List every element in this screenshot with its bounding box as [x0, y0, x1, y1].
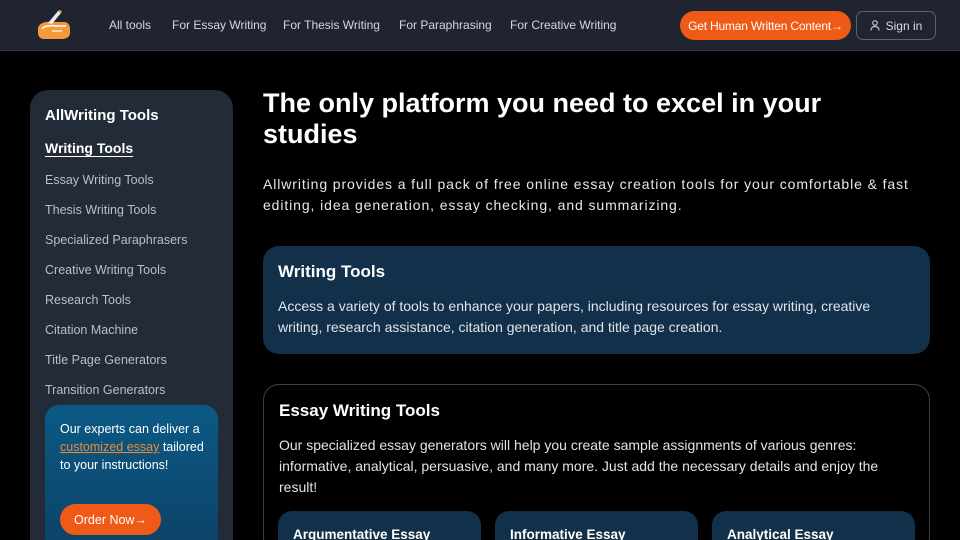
essay-writing-tools-card: Essay Writing Tools Our specialized essa…: [263, 384, 930, 540]
arrow-right-icon: →: [134, 512, 147, 527]
sidebar-item-essay-writing-tools[interactable]: Essay Writing Tools: [45, 173, 154, 187]
user-icon: [870, 20, 880, 31]
card-description: Our specialized essay generators will he…: [279, 437, 879, 495]
sign-in-button[interactable]: Sign in: [856, 11, 936, 40]
nav-creative-writing[interactable]: For Creative Writing: [510, 18, 616, 32]
card-title: Essay Writing Tools: [279, 401, 440, 420]
get-human-content-button[interactable]: Get Human Written Content →: [680, 11, 851, 40]
sidebar-item-citation-machine[interactable]: Citation Machine: [45, 323, 138, 337]
order-now-label: Order Now: [74, 512, 135, 527]
sidebar-item-transition-generators[interactable]: Transition Generators: [45, 383, 165, 397]
sidebar-item-research-tools[interactable]: Research Tools: [45, 293, 131, 307]
sidebar-item-thesis-writing-tools[interactable]: Thesis Writing Tools: [45, 203, 156, 217]
sidebar-item-creative-writing-tools[interactable]: Creative Writing Tools: [45, 263, 166, 277]
subcard-label: Argumentative Essay: [293, 527, 431, 540]
card-title: Writing Tools: [278, 262, 386, 281]
subcard-label: Analytical Essay: [727, 527, 834, 540]
promo-card: Our experts can deliver a customized ess…: [45, 405, 218, 540]
writing-tools-card[interactable]: Writing Tools Access a variety of tools …: [263, 246, 930, 354]
analytical-essay-card[interactable]: Analytical Essay: [712, 511, 915, 540]
cta-label: Get Human Written Content: [688, 18, 832, 33]
order-now-button[interactable]: Order Now →: [60, 504, 161, 535]
nav-thesis-writing[interactable]: For Thesis Writing: [283, 18, 380, 32]
page-title: The only platform you need to excel in y…: [263, 88, 822, 149]
allwriting-logo-icon[interactable]: [34, 9, 74, 41]
sidebar-title: AllWriting Tools: [45, 107, 159, 124]
promo-text-before: Our experts can deliver a: [60, 422, 200, 436]
customized-essay-link[interactable]: customized essay: [60, 440, 159, 454]
sidebar-item-specialized-paraphrasers[interactable]: Specialized Paraphrasers: [45, 233, 187, 247]
sidebar: AllWriting Tools Writing Tools Essay Wri…: [30, 90, 233, 540]
subcard-label: Informative Essay: [510, 527, 626, 540]
sign-in-label: Sign in: [885, 18, 923, 33]
promo-text: Our experts can deliver a customized ess…: [60, 420, 210, 474]
nav-essay-writing[interactable]: For Essay Writing: [172, 18, 266, 32]
card-description: Access a variety of tools to enhance you…: [278, 298, 871, 335]
informative-essay-card[interactable]: Informative Essay: [495, 511, 698, 540]
top-navigation-bar: All tools For Essay Writing For Thesis W…: [0, 0, 960, 51]
nav-all-tools[interactable]: All tools: [109, 18, 151, 32]
page-subtitle: Allwriting provides a full pack of free …: [263, 176, 909, 213]
arrow-right-icon: →: [831, 18, 843, 33]
sidebar-item-title-page-generators[interactable]: Title Page Generators: [45, 353, 167, 367]
nav-paraphrasing[interactable]: For Paraphrasing: [399, 18, 492, 32]
sidebar-item-writing-tools[interactable]: Writing Tools: [45, 140, 133, 156]
argumentative-essay-card[interactable]: Argumentative Essay: [278, 511, 481, 540]
